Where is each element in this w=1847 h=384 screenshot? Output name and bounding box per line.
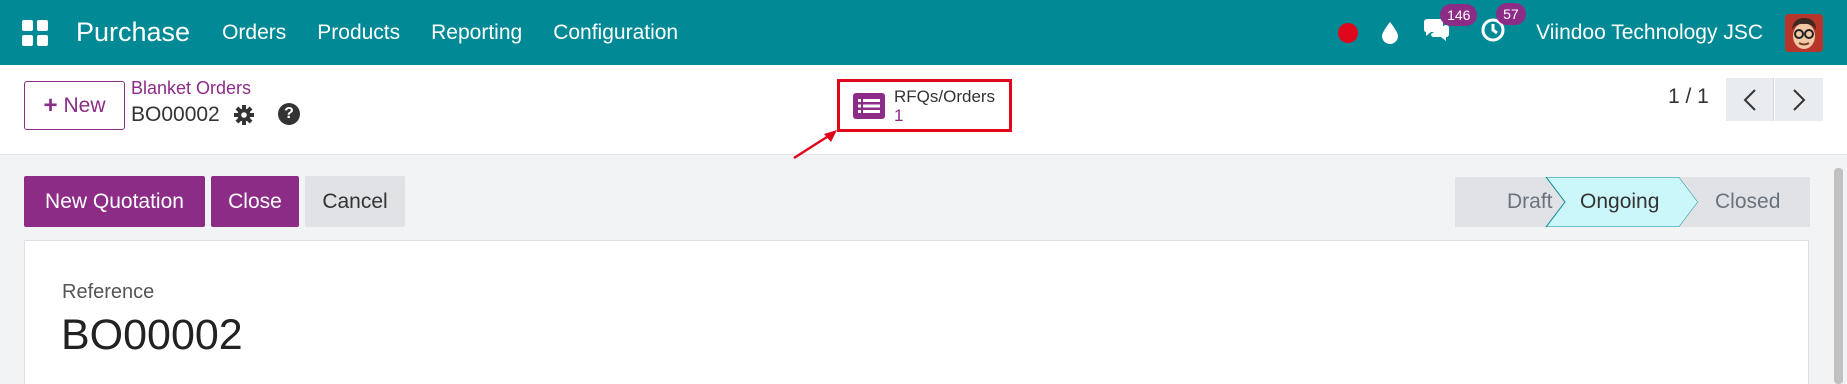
user-avatar[interactable] (1785, 13, 1823, 52)
stage-draft[interactable]: Draft (1507, 190, 1553, 214)
top-navbar: Purchase Orders Products Reporting Confi… (0, 0, 1847, 65)
company-switcher[interactable]: Viindoo Technology JSC (1536, 21, 1763, 45)
chevron-right-icon (1793, 88, 1806, 111)
pager-next-button[interactable] (1775, 78, 1823, 121)
messages-button[interactable]: 146 (1422, 4, 1478, 47)
app-name[interactable]: Purchase (76, 17, 190, 48)
list-icon (853, 92, 885, 119)
pager-value[interactable]: 1 / 1 (1668, 85, 1709, 109)
cancel-button[interactable]: Cancel (305, 176, 405, 227)
rfqs-orders-smart-button[interactable]: RFQs/Orders 1 (837, 79, 1012, 132)
smart-button-label: RFQs/Orders (894, 86, 996, 106)
menu-orders[interactable]: Orders (222, 21, 286, 45)
form-sheet: Reference BO00002 (24, 240, 1809, 384)
new-button-label: New (63, 93, 106, 117)
apps-menu-icon[interactable] (22, 19, 48, 46)
scrollbar[interactable] (1834, 168, 1843, 384)
menu-configuration[interactable]: Configuration (553, 21, 678, 45)
pager-previous-button[interactable] (1726, 78, 1774, 121)
breadcrumb-parent[interactable]: Blanket Orders (131, 78, 251, 99)
messages-count-badge: 146 (1440, 4, 1478, 26)
record-dot-icon[interactable] (1338, 22, 1359, 43)
menu-reporting[interactable]: Reporting (431, 21, 522, 45)
gear-icon[interactable] (234, 105, 254, 125)
new-quotation-button[interactable]: New Quotation (24, 176, 205, 227)
new-button[interactable]: + New (24, 81, 125, 130)
reference-label: Reference (62, 281, 155, 303)
activities-button[interactable]: 57 (1480, 3, 1526, 48)
annotation-arrow (793, 130, 837, 160)
breadcrumb-current: BO00002 (131, 103, 220, 126)
navbar-systray: 146 57 Viindoo Technology JSC (1338, 0, 1847, 65)
menu-products[interactable]: Products (317, 21, 400, 45)
activities-count-badge: 57 (1496, 3, 1526, 25)
close-button[interactable]: Close (211, 176, 299, 227)
chevron-left-icon (1743, 88, 1756, 111)
droplet-icon[interactable] (1382, 21, 1399, 44)
stage-ongoing[interactable]: Ongoing (1580, 190, 1659, 214)
plus-icon: + (43, 91, 58, 119)
stage-closed[interactable]: Closed (1715, 190, 1780, 214)
smart-button-count: 1 (894, 105, 904, 125)
reference-value[interactable]: BO00002 (61, 311, 243, 360)
help-icon[interactable]: ? (278, 103, 300, 125)
control-panel: + New Blanket Orders BO00002 ? RFQs/Orde… (0, 65, 1847, 155)
